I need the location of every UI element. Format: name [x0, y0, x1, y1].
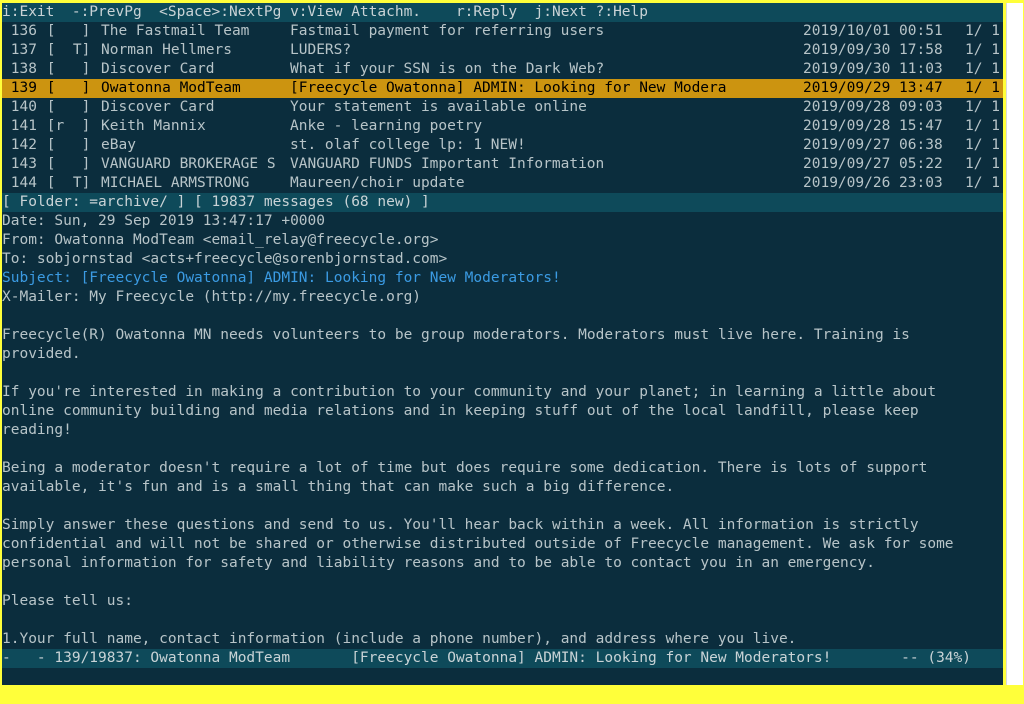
body-line: If you're interested in making a contrib… [2, 384, 937, 400]
row-subject: st. olaf college lp: 1 NEW! [290, 137, 526, 153]
row-date: 2019/09/30 17:58 [803, 42, 943, 58]
row-number: 136 [2, 23, 37, 39]
body-line: 1.Your full name, contact information (i… [2, 631, 797, 647]
row-from: Discover Card [101, 99, 215, 115]
row-from: VANGUARD BROKERAGE S [101, 156, 276, 172]
index-row[interactable]: 142 [ ] eBay st. olaf college lp: 1 NEW! 20… [2, 136, 1003, 155]
pager-status-bar: - - 139/19837: Owatonna ModTeam [Freecyc… [2, 649, 1003, 668]
body-line: reading! [2, 422, 72, 438]
row-date: 2019/09/29 13:47 [803, 80, 943, 96]
row-date: 2019/09/28 09:03 [803, 99, 943, 115]
row-flags: [ ] [38, 137, 91, 153]
message-body[interactable]: Freecycle(R) Owatonna MN needs volunteer… [2, 307, 1003, 649]
row-from: eBay [101, 137, 136, 153]
header-subject: Subject: [Freecycle Owatonna] ADMIN: Loo… [2, 270, 561, 286]
index-row[interactable]: 143 [ ] VANGUARD BROKERAGE S VANGUARD FUND… [2, 155, 1003, 174]
row-number: 138 [2, 61, 37, 77]
row-date: 2019/09/28 15:47 [803, 118, 943, 134]
scroll-thumb[interactable] [1009, 5, 1021, 681]
row-count: 1/ 1 [965, 99, 1000, 115]
row-count: 1/ 1 [965, 61, 1000, 77]
row-flags: [r ] [38, 118, 91, 134]
body-line: available, it's fun and is a small thing… [2, 479, 675, 495]
index-row[interactable]: 136 [ ] The Fastmail Team Fastmail payment… [2, 22, 1003, 41]
body-line: Simply answer these questions and send t… [2, 517, 919, 533]
body-line [2, 611, 1003, 630]
row-flags: [ ] [38, 80, 91, 96]
body-line [2, 364, 1003, 383]
body-line [2, 307, 1003, 326]
row-number: 143 [2, 156, 37, 172]
row-count: 1/ 1 [965, 42, 1000, 58]
row-date: 2019/09/30 11:03 [803, 61, 943, 77]
row-subject: Maureen/choir update [290, 175, 465, 191]
body-line: confidential and will not be shared or o… [2, 536, 954, 552]
row-count: 1/ 1 [965, 156, 1000, 172]
row-date: 2019/10/01 00:51 [803, 23, 943, 39]
row-from: Discover Card [101, 61, 215, 77]
row-count: 1/ 1 [965, 80, 1000, 96]
row-from: Keith Mannix [101, 118, 206, 134]
body-line: provided. [2, 346, 81, 362]
body-line: Freecycle(R) Owatonna MN needs volunteer… [2, 327, 910, 343]
row-date: 2019/09/26 23:03 [803, 175, 943, 191]
row-flags: [ T] [38, 175, 91, 191]
row-count: 1/ 1 [965, 118, 1000, 134]
index-row[interactable]: 138 [ ] Discover Card What if your SSN is … [2, 60, 1003, 79]
body-line [2, 573, 1003, 592]
body-line: online community building and media rela… [2, 403, 919, 419]
row-flags: [ ] [38, 23, 91, 39]
row-subject: What if your SSN is on the Dark Web? [290, 61, 605, 77]
row-from: Owatonna ModTeam [101, 80, 241, 96]
header-date: Date: Sun, 29 Sep 2019 13:47:17 +0000 [2, 213, 326, 229]
index-row[interactable]: 140 [ ] Discover Card Your statement is av… [2, 98, 1003, 117]
row-number: 140 [2, 99, 37, 115]
row-count: 1/ 1 [965, 137, 1000, 153]
index-row[interactable]: 139 [ ] Owatonna ModTeam [Freecycle Owaton… [2, 79, 1003, 98]
index-row[interactable]: 137 [ T] Norman Hellmers LUDERS? 2019/09/30… [2, 41, 1003, 60]
row-from: The Fastmail Team [101, 23, 250, 39]
body-line [2, 497, 1003, 516]
row-subject: Anke - learning poetry [290, 118, 483, 134]
row-flags: [ ] [38, 156, 91, 172]
row-flags: [ T] [38, 42, 91, 58]
row-number: 144 [2, 175, 37, 191]
row-date: 2019/09/27 06:38 [803, 137, 943, 153]
row-flags: [ ] [38, 99, 91, 115]
row-date: 2019/09/27 05:22 [803, 156, 943, 172]
row-subject: Fastmail payment for referring users [290, 23, 605, 39]
body-line: Please tell us: [2, 593, 133, 609]
row-from: MICHAEL ARMSTRONG [101, 175, 250, 191]
header-from: From: Owatonna ModTeam <email_relay@free… [2, 232, 439, 248]
row-number: 137 [2, 42, 37, 58]
row-number: 139 [2, 80, 37, 96]
row-subject: [Freecycle Owatonna] ADMIN: Looking for … [290, 80, 727, 96]
folder-status-bar: [ Folder: =archive/ ] [ 19837 messages (… [2, 193, 1003, 212]
scrollbar[interactable] [1006, 3, 1023, 685]
row-count: 1/ 1 [965, 175, 1000, 191]
terminal-window: i:Exit -:PrevPg <Space>:NextPg v:View At… [2, 3, 1003, 685]
help-bar: i:Exit -:PrevPg <Space>:NextPg v:View At… [2, 3, 1003, 22]
row-subject: Your statement is available online [290, 99, 587, 115]
body-line [2, 440, 1003, 459]
body-line: personal information for safety and liab… [2, 555, 875, 571]
row-from: Norman Hellmers [101, 42, 232, 58]
row-subject: VANGUARD FUNDS Important Information [290, 156, 605, 172]
index-row[interactable]: 144 [ T] MICHAEL ARMSTRONG Maureen/choir u… [2, 174, 1003, 193]
row-subject: LUDERS? [290, 42, 352, 58]
row-count: 1/ 1 [965, 23, 1000, 39]
index-row[interactable]: 141 [r ] Keith Mannix Anke - learning poet… [2, 117, 1003, 136]
row-flags: [ ] [38, 61, 91, 77]
message-index: 136 [ ] The Fastmail Team Fastmail payment… [2, 22, 1003, 193]
body-line: Being a moderator doesn't require a lot … [2, 460, 928, 476]
row-number: 142 [2, 137, 37, 153]
row-number: 141 [2, 118, 37, 134]
header-to: To: sobjornstad <acts+freecycle@sorenbjo… [2, 251, 448, 267]
header-xmailer: X-Mailer: My Freecycle (http://my.freecy… [2, 289, 422, 305]
